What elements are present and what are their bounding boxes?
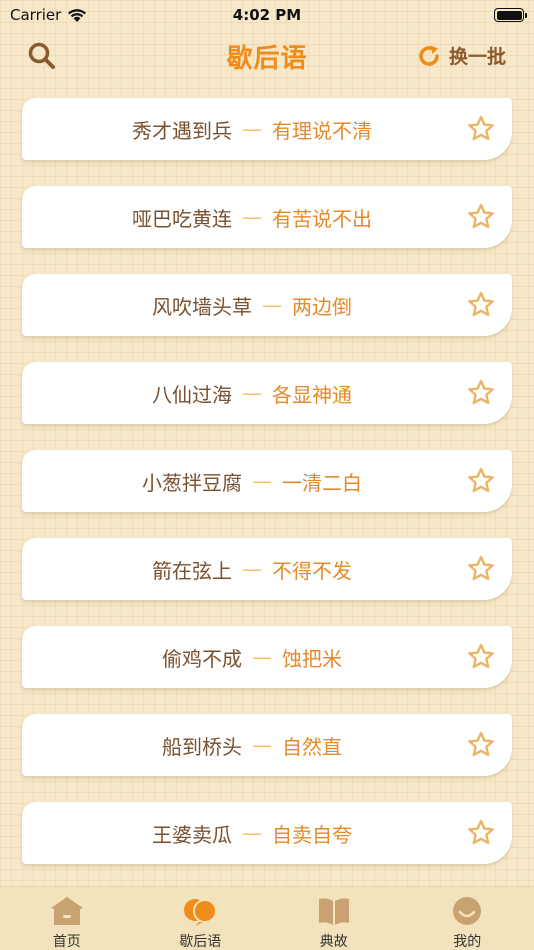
list-item[interactable]: 秀才遇到兵 — 有理说不清 xyxy=(22,98,512,160)
status-left: Carrier xyxy=(10,6,87,24)
star-icon[interactable] xyxy=(466,642,496,672)
list-item[interactable]: 船到桥头 — 自然直 xyxy=(22,714,512,776)
dash: — xyxy=(262,293,282,317)
star-icon[interactable] xyxy=(466,202,496,232)
dash: — xyxy=(242,381,262,405)
tab-home[interactable]: 首页 xyxy=(17,895,117,950)
dash: — xyxy=(252,733,272,757)
star-icon[interactable] xyxy=(466,378,496,408)
list-item[interactable]: 八仙过海 — 各显神通 xyxy=(22,362,512,424)
tab-label: 典故 xyxy=(319,934,348,950)
riddle-text: 小葱拌豆腐 xyxy=(142,470,242,495)
answer-text: 有苦说不出 xyxy=(272,206,372,231)
riddle-text: 哑巴吃黄连 xyxy=(132,206,232,231)
riddle-text: 王婆卖瓜 xyxy=(152,822,232,847)
answer-text: 有理说不清 xyxy=(272,118,372,143)
list-item[interactable]: 王婆卖瓜 — 自卖自夸 xyxy=(22,802,512,864)
answer-text: 一清二白 xyxy=(282,470,362,495)
riddle-text: 秀才遇到兵 xyxy=(132,118,232,143)
phrase: 偷鸡不成 — 蚀把米 xyxy=(162,643,342,672)
star-icon[interactable] xyxy=(466,290,496,320)
status-bar: Carrier 4:02 PM xyxy=(0,0,534,30)
list-item[interactable]: 哑巴吃黄连 — 有苦说不出 xyxy=(22,186,512,248)
dash: — xyxy=(242,117,262,141)
tab-bar: 首页 歇后语 典故 我的 xyxy=(0,886,534,950)
tab-label: 歇后语 xyxy=(179,934,222,950)
phrase: 秀才遇到兵 — 有理说不清 xyxy=(132,115,372,144)
wifi-icon xyxy=(68,8,87,22)
dash: — xyxy=(252,645,272,669)
riddle-text: 风吹墙头草 xyxy=(152,294,252,319)
answer-text: 不得不发 xyxy=(272,558,352,583)
riddle-text: 八仙过海 xyxy=(152,382,232,407)
search-icon xyxy=(28,42,55,69)
search-button[interactable] xyxy=(26,40,58,72)
battery-icon xyxy=(494,8,527,22)
riddle-text: 箭在弦上 xyxy=(152,558,232,583)
phrase: 哑巴吃黄连 — 有苦说不出 xyxy=(132,203,372,232)
phrase: 箭在弦上 — 不得不发 xyxy=(152,555,352,584)
star-icon[interactable] xyxy=(466,114,496,144)
list-item[interactable]: 偷鸡不成 — 蚀把米 xyxy=(22,626,512,688)
dash: — xyxy=(242,821,262,845)
book-icon xyxy=(318,898,349,925)
star-icon[interactable] xyxy=(466,466,496,496)
phrase: 八仙过海 — 各显神通 xyxy=(152,379,352,408)
tab-xiehouyu[interactable]: 歇后语 xyxy=(150,895,250,950)
dash: — xyxy=(242,557,262,581)
tab-mine[interactable]: 我的 xyxy=(417,895,517,950)
refresh-icon xyxy=(419,45,439,66)
phrase: 船到桥头 — 自然直 xyxy=(162,731,342,760)
list-item[interactable]: 风吹墙头草 — 两边倒 xyxy=(22,274,512,336)
home-icon xyxy=(50,897,83,925)
phrase: 王婆卖瓜 — 自卖自夸 xyxy=(152,819,352,848)
answer-text: 自然直 xyxy=(282,734,342,759)
tab-label: 我的 xyxy=(453,934,482,950)
carrier-label: Carrier xyxy=(10,6,62,24)
star-icon[interactable] xyxy=(466,730,496,760)
answer-text: 各显神通 xyxy=(272,382,352,407)
tab-label: 首页 xyxy=(52,934,81,950)
answer-text: 两边倒 xyxy=(292,294,352,319)
phrase: 小葱拌豆腐 — 一清二白 xyxy=(142,467,362,496)
chat-bubbles-icon xyxy=(184,899,218,926)
tab-diangu[interactable]: 典故 xyxy=(284,895,384,950)
phrase: 风吹墙头草 — 两边倒 xyxy=(152,291,352,320)
nav-bar: 歇后语 换一批 xyxy=(0,30,534,82)
list-item[interactable]: 箭在弦上 — 不得不发 xyxy=(22,538,512,600)
answer-text: 自卖自夸 xyxy=(272,822,352,847)
riddle-text: 偷鸡不成 xyxy=(162,646,242,671)
star-icon[interactable] xyxy=(466,554,496,584)
refresh-label: 换一批 xyxy=(448,46,506,68)
page-title: 歇后语 xyxy=(226,43,308,74)
riddle-text: 船到桥头 xyxy=(162,734,242,759)
dash: — xyxy=(252,469,272,493)
refresh-button[interactable]: 换一批 xyxy=(417,42,506,69)
dash: — xyxy=(242,205,262,229)
star-icon[interactable] xyxy=(466,818,496,848)
answer-text: 蚀把米 xyxy=(282,646,342,671)
list-item[interactable]: 小葱拌豆腐 — 一清二白 xyxy=(22,450,512,512)
smiley-icon xyxy=(453,897,482,925)
